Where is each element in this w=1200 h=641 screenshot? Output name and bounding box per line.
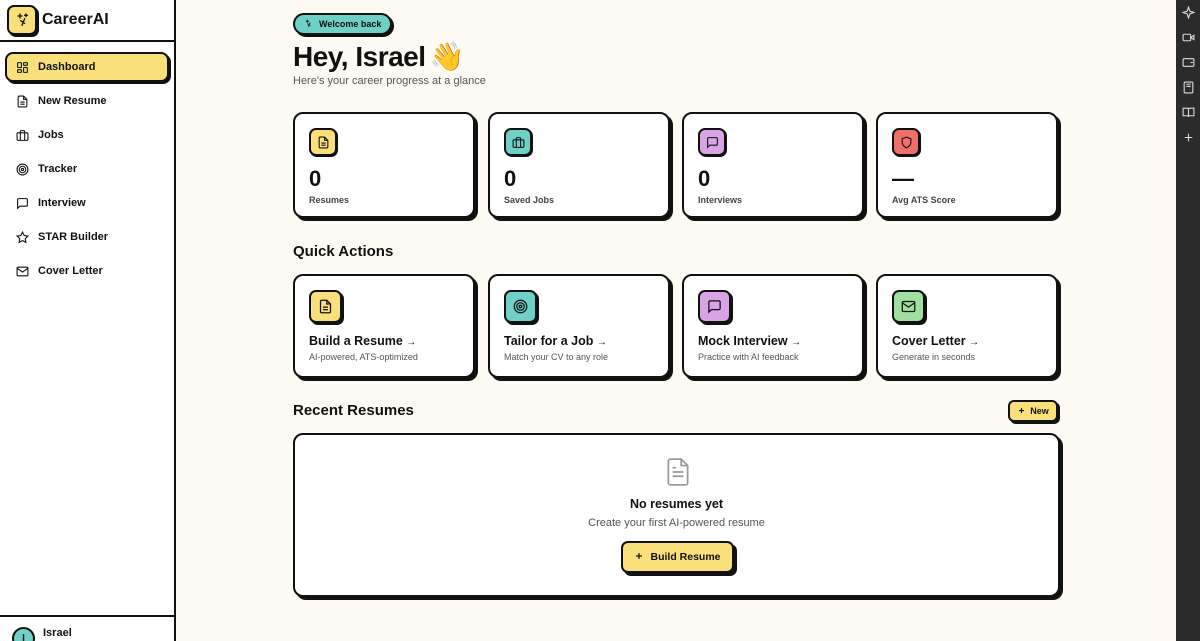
plus-icon <box>634 551 644 564</box>
brand[interactable]: CareerAI <box>0 0 174 42</box>
welcome-badge-label: Welcome back <box>319 19 382 29</box>
target-icon <box>504 290 537 323</box>
document-icon <box>665 457 691 492</box>
action-build-resume[interactable]: Build a Resume → AI-powered, ATS-optimiz… <box>293 274 475 378</box>
sidebar-item-label: Tracker <box>38 163 78 175</box>
recent-resumes-title: Recent Resumes <box>293 402 414 419</box>
sidebar-item-label: Cover Letter <box>38 265 103 277</box>
plus-icon[interactable] <box>1176 125 1200 150</box>
welcome-badge: Welcome back <box>293 13 393 35</box>
sidebar-item-label: Interview <box>38 197 86 209</box>
mail-icon <box>16 265 29 278</box>
sparkles-icon <box>7 5 37 35</box>
action-mock-interview[interactable]: Mock Interview → Practice with AI feedba… <box>682 274 864 378</box>
stat-card-resumes: 0 Resumes <box>293 112 475 218</box>
sidebar: CareerAI Dashboard New Resume Jobs Track… <box>0 0 176 641</box>
brand-name: CareerAI <box>42 11 109 28</box>
stat-value: — <box>892 166 914 191</box>
recent-resumes-empty-state: No resumes yet Create your first AI-powe… <box>293 433 1060 597</box>
book-icon[interactable] <box>1176 75 1200 100</box>
plus-icon <box>1017 406 1026 417</box>
stat-card-interviews: 0 Interviews <box>682 112 864 218</box>
action-desc: Match your CV to any role <box>504 352 609 362</box>
arrow-right-icon: → <box>969 337 980 348</box>
stat-value: 0 <box>698 166 711 191</box>
action-title: Tailor for a Job → <box>504 334 607 348</box>
briefcase-icon <box>504 128 532 156</box>
sidebar-item-cover-letter[interactable]: Cover Letter <box>5 256 169 286</box>
sidebar-item-label: Dashboard <box>38 61 96 73</box>
sidebar-item-tracker[interactable]: Tracker <box>5 154 169 184</box>
arrow-right-icon: → <box>406 337 417 348</box>
empty-title: No resumes yet <box>629 497 724 511</box>
dashboard-icon <box>16 61 29 74</box>
target-icon <box>16 163 29 176</box>
user-name: Israel <box>43 627 72 639</box>
action-title: Build a Resume → <box>309 334 417 348</box>
stat-label: Saved Jobs <box>504 195 555 205</box>
document-icon <box>309 128 337 156</box>
stat-card-saved-jobs: 0 Saved Jobs <box>488 112 670 218</box>
action-title: Cover Letter → <box>892 334 980 348</box>
build-resume-button[interactable]: Build Resume <box>621 541 734 573</box>
stat-value: 0 <box>504 166 517 191</box>
sidebar-item-interview[interactable]: Interview <box>5 188 169 218</box>
stat-label: Interviews <box>698 195 743 205</box>
quick-actions-title: Quick Actions <box>293 243 394 260</box>
new-button-label: New <box>1030 406 1049 416</box>
sidebar-item-dashboard[interactable]: Dashboard <box>5 52 169 82</box>
sparkles-icon <box>304 19 313 30</box>
action-desc: Generate in seconds <box>892 352 976 362</box>
right-toolbar <box>1176 0 1200 641</box>
build-resume-label: Build Resume <box>650 551 721 563</box>
stat-label: Resumes <box>309 195 350 205</box>
reader-icon[interactable] <box>1176 100 1200 125</box>
chat-icon <box>698 290 731 323</box>
sidebar-nav: Dashboard New Resume Jobs Tracker Interv… <box>0 42 174 300</box>
sidebar-item-new-resume[interactable]: New Resume <box>5 86 169 116</box>
greeting-text: Hey, Israel <box>293 40 426 72</box>
action-tailor-job[interactable]: Tailor for a Job → Match your CV to any … <box>488 274 670 378</box>
empty-desc: Create your first AI-powered resume <box>588 517 765 529</box>
action-desc: AI-powered, ATS-optimized <box>309 352 418 362</box>
video-icon[interactable] <box>1176 25 1200 50</box>
user-profile[interactable]: I Israel <box>0 615 174 641</box>
stat-card-ats-score: — Avg ATS Score <box>876 112 1058 218</box>
sidebar-item-label: Jobs <box>38 129 64 141</box>
sidebar-item-star-builder[interactable]: STAR Builder <box>5 222 169 252</box>
star-icon <box>16 230 29 244</box>
mail-icon <box>892 290 925 323</box>
avatar: I <box>12 627 35 641</box>
chat-icon <box>698 128 726 156</box>
arrow-right-icon: → <box>791 337 802 348</box>
shield-icon <box>892 128 920 156</box>
document-icon <box>309 290 342 323</box>
sidebar-item-label: STAR Builder <box>38 231 109 243</box>
action-cover-letter[interactable]: Cover Letter → Generate in seconds <box>876 274 1058 378</box>
sidebar-item-label: New Resume <box>38 95 107 107</box>
page-title: Hey, Israel 👋 <box>293 40 464 73</box>
sidebar-item-jobs[interactable]: Jobs <box>5 120 169 150</box>
document-icon <box>16 95 29 108</box>
stat-value: 0 <box>309 166 322 191</box>
new-resume-button[interactable]: New <box>1008 400 1058 422</box>
chat-icon <box>16 197 29 210</box>
action-desc: Practice with AI feedback <box>698 352 799 362</box>
briefcase-icon <box>16 129 29 142</box>
arrow-right-icon: → <box>596 337 607 348</box>
page-subtitle: Here's your career progress at a glance <box>293 75 486 87</box>
action-title: Mock Interview → <box>698 334 802 348</box>
wave-emoji: 👋 <box>429 41 465 72</box>
stat-label: Avg ATS Score <box>892 195 956 205</box>
sparkle-icon[interactable] <box>1176 0 1200 25</box>
wallet-icon[interactable] <box>1176 50 1200 75</box>
